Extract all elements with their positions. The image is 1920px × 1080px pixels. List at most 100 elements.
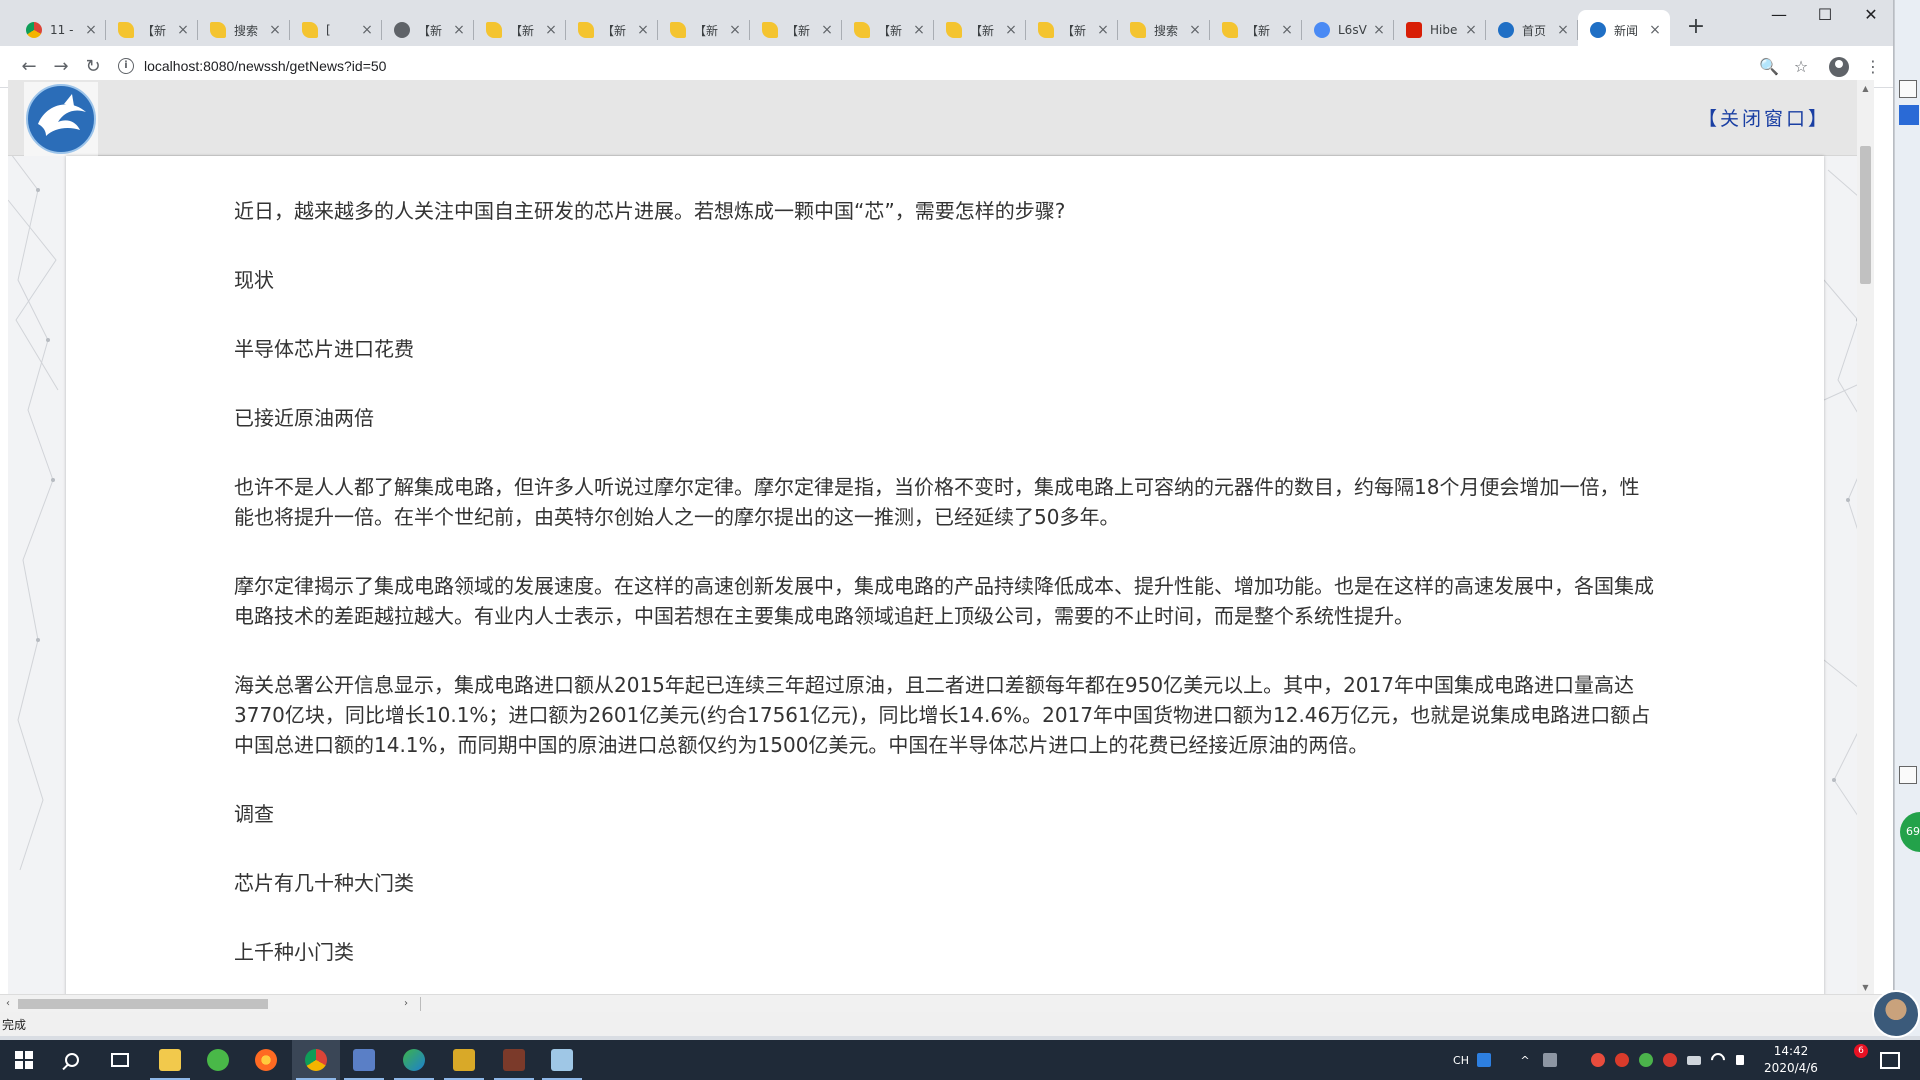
horizontal-scroll-thumb[interactable] (18, 999, 268, 1009)
tab-close-icon[interactable]: × (1280, 22, 1294, 38)
profile-button[interactable] (1824, 52, 1854, 82)
tab-close-icon[interactable]: × (1004, 22, 1018, 38)
tray-qq-button[interactable] (1588, 1040, 1608, 1080)
page-viewport: 【关闭窗口】 近日，越来越多的人关注中国自主研发的芯片进展。若想炼成一颗中国“芯… (8, 80, 1874, 996)
address-bar[interactable]: i localhost:8080/newssh/getNews?id=50 (118, 50, 1754, 82)
close-window-button[interactable]: ✕ (1848, 0, 1894, 30)
browser-tab[interactable]: 搜索 × (198, 10, 290, 50)
qq-icon (1591, 1053, 1605, 1067)
tray-qq2-button[interactable] (1612, 1040, 1632, 1080)
tab-close-icon[interactable]: × (728, 22, 742, 38)
start-button[interactable] (0, 1040, 48, 1080)
taskbar-file-explorer[interactable] (146, 1040, 194, 1080)
tab-strip: 11 - × 【新 × 搜索 ×[× 【新 × 【新 × 【新 × 【新 × 【新 × 【新 × 【新 × 【新 × 搜索 ×… (0, 0, 1893, 50)
browser-tab[interactable]: 【新 × (750, 10, 842, 50)
browser-tab[interactable]: 【新 × (474, 10, 566, 50)
browser-tab[interactable]: 【新 × (658, 10, 750, 50)
tray-battery-button[interactable] (1684, 1040, 1704, 1080)
tab-close-icon[interactable]: × (1464, 22, 1478, 38)
maximize-button[interactable]: ☐ (1802, 0, 1848, 30)
windows-logo-icon (15, 1051, 33, 1069)
tray-wifi-button[interactable] (1708, 1040, 1728, 1080)
browser-tab[interactable]: 【新 × (934, 10, 1026, 50)
taskbar-chrome[interactable] (292, 1040, 340, 1080)
taskbar-app-blue[interactable] (340, 1040, 388, 1080)
ime-mode-button[interactable] (1474, 1040, 1494, 1080)
back-button[interactable]: ← (14, 52, 44, 82)
tab-close-icon[interactable]: × (912, 22, 926, 38)
app-tray-icon (1663, 1053, 1677, 1067)
taskbar-firefox[interactable] (242, 1040, 290, 1080)
window-icon[interactable] (1899, 766, 1917, 784)
info-icon[interactable]: i (118, 58, 134, 74)
note-icon (1222, 22, 1238, 38)
taskbar-app-notepad[interactable] (538, 1040, 586, 1080)
browser-tab[interactable]: 【新 × (842, 10, 934, 50)
tab-close-icon[interactable]: × (1096, 22, 1110, 38)
task-view-button[interactable] (96, 1040, 144, 1080)
tray-app-button[interactable] (1660, 1040, 1680, 1080)
tab-close-icon[interactable]: × (636, 22, 650, 38)
tab-close-icon[interactable]: × (1648, 22, 1662, 38)
taskbar-app-tools[interactable] (440, 1040, 488, 1080)
url-text[interactable]: localhost:8080/newssh/getNews?id=50 (144, 58, 386, 74)
tray-network-button[interactable] (1540, 1040, 1560, 1080)
taskbar-app-green[interactable] (194, 1040, 242, 1080)
ime-indicator[interactable]: CH (1450, 1040, 1472, 1080)
app-icon[interactable] (1899, 105, 1919, 125)
note-icon (210, 22, 226, 38)
article-paragraph: 海关总署公开信息显示，集成电路进口额从2015年起已连续三年超过原油，且二者进口… (234, 673, 1651, 757)
vertical-scroll-thumb[interactable] (1860, 146, 1871, 284)
browser-tab[interactable]: [× (290, 10, 382, 50)
scroll-up-arrow-icon[interactable]: ▲ (1857, 80, 1874, 97)
scroll-left-arrow-icon[interactable]: ‹ (0, 995, 16, 1012)
avatar[interactable] (1872, 990, 1920, 1038)
tab-close-icon[interactable]: × (1188, 22, 1202, 38)
zoom-icon[interactable]: 🔍 (1754, 52, 1784, 82)
tab-close-icon[interactable]: × (268, 22, 282, 38)
browser-tab[interactable]: 【新 × (382, 10, 474, 50)
tray-expand-button[interactable]: ^ (1515, 1040, 1535, 1080)
c-logo-icon (1406, 22, 1422, 38)
browser-tab[interactable]: 首页 × (1486, 10, 1578, 50)
tab-close-icon[interactable]: × (176, 22, 190, 38)
tab-close-icon[interactable]: × (1556, 22, 1570, 38)
minimize-button[interactable]: — (1756, 0, 1802, 30)
profile-icon (1829, 57, 1849, 77)
browser-tab[interactable]: 【新 × (1026, 10, 1118, 50)
browser-tab[interactable]: 新闻 × (1578, 10, 1670, 50)
new-tab-button[interactable]: + (1682, 14, 1710, 42)
close-window-link[interactable]: 【关闭窗口】 (1698, 104, 1830, 131)
scroll-right-arrow-icon[interactable]: › (398, 995, 414, 1012)
action-center-icon[interactable] (1876, 1048, 1900, 1072)
bookmark-star-icon[interactable]: ☆ (1786, 52, 1816, 82)
tab-close-icon[interactable]: × (360, 22, 374, 38)
browser-tab[interactable]: 搜索 × (1118, 10, 1210, 50)
tab-label: 【新 (786, 23, 811, 38)
search-button[interactable] (48, 1040, 96, 1080)
article-paragraph: 近日，越来越多的人关注中国自主研发的芯片进展。若想炼成一颗中国“芯”，需要怎样的… (234, 199, 1066, 223)
tray-wechat-button[interactable] (1636, 1040, 1656, 1080)
taskbar-app-game[interactable] (490, 1040, 538, 1080)
tab-close-icon[interactable]: × (544, 22, 558, 38)
browser-tab[interactable]: Hibe × (1394, 10, 1486, 50)
browser-tab[interactable]: 【新 × (106, 10, 198, 50)
browser-tab[interactable]: 【新 × (1210, 10, 1302, 50)
window-icon[interactable] (1899, 80, 1917, 98)
horizontal-scrollbar[interactable]: ‹ › (0, 994, 1894, 1012)
reload-button[interactable]: ↻ (78, 52, 108, 82)
tab-close-icon[interactable]: × (820, 22, 834, 38)
browser-tab[interactable]: L6sV × (1302, 10, 1394, 50)
taskbar-clock[interactable]: 14:42 2020/4/6 (1746, 1043, 1836, 1077)
tab-close-icon[interactable]: × (1372, 22, 1386, 38)
browser-menu-button[interactable]: ⋮ (1858, 52, 1888, 82)
browser-tab[interactable]: 11 - × (14, 10, 106, 50)
browser-tab[interactable]: 【新 × (566, 10, 658, 50)
tab-close-icon[interactable]: × (452, 22, 466, 38)
taskbar-app-leaf[interactable] (390, 1040, 438, 1080)
vertical-scrollbar[interactable]: ▲ ▼ (1857, 80, 1874, 996)
forward-button[interactable]: → (46, 52, 76, 82)
tab-close-icon[interactable]: × (84, 22, 98, 38)
tab-label: 【新 (142, 23, 167, 38)
article-paragraph: 也许不是人人都了解集成电路，但许多人听说过摩尔定律。摩尔定律是指，当价格不变时，… (234, 475, 1640, 529)
